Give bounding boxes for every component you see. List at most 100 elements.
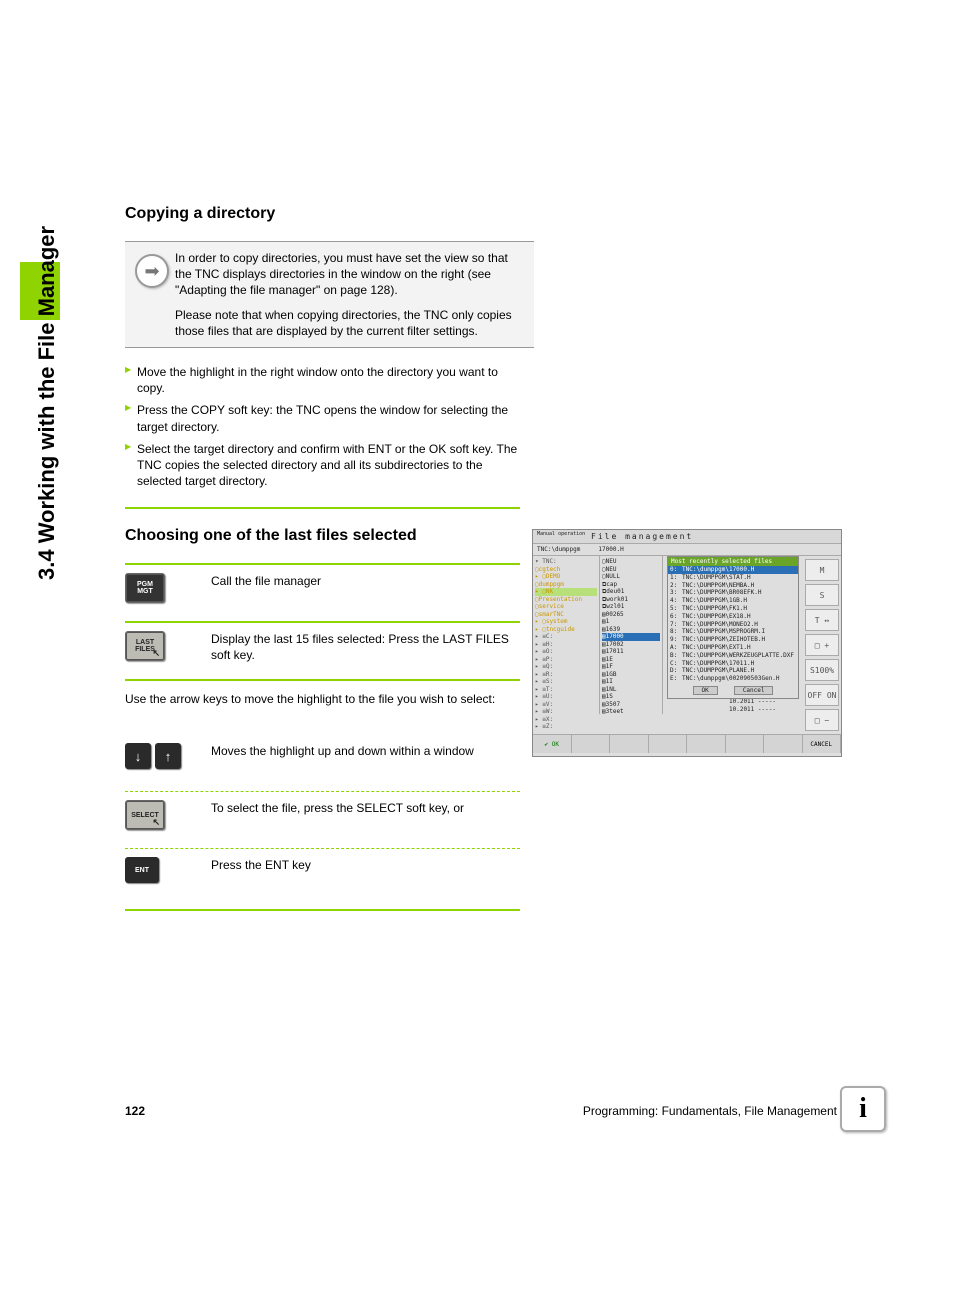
popup-cancel-button[interactable]: Cancel [734, 686, 774, 695]
popup-row[interactable]: 9:TNC:\DUMPPGM\ZEIHOTEB.H [668, 636, 798, 644]
file-item[interactable]: ▤1NL [602, 686, 660, 694]
tree-item[interactable]: ▸ ≡Z: [535, 723, 597, 731]
tree-item[interactable]: ▸ ≡C: [535, 633, 597, 641]
tree-item[interactable]: ▢service [535, 603, 597, 611]
sp-title: File management [591, 532, 693, 541]
popup-row[interactable]: 6:TNC:\DUMPPGM\EX18.H [668, 613, 798, 621]
tree-item[interactable]: ▸ ≡X: [535, 716, 597, 724]
sk-blank[interactable] [649, 735, 688, 753]
cursor-icon: ↖ [152, 818, 160, 827]
step-pgm: PGM MGT Call the file manager [125, 563, 520, 621]
sk-blank[interactable] [726, 735, 765, 753]
info-icon: i [840, 1086, 886, 1132]
tree-item[interactable]: ▸ ▢NK [535, 588, 597, 596]
tree-item[interactable]: ▸ ≡R: [535, 671, 597, 679]
right-button[interactable]: S [805, 584, 839, 606]
tree-item[interactable]: ▢smarTNC [535, 611, 597, 619]
tree-item[interactable]: ▸ ≡U: [535, 693, 597, 701]
file-item[interactable]: ▤00265 [602, 611, 660, 619]
arrow-up-key[interactable]: ↑ [155, 743, 181, 769]
tree-item[interactable]: ▾ TNC: [535, 558, 597, 566]
tree-item[interactable]: ▸ ≡W: [535, 708, 597, 716]
file-item[interactable]: ▤1F [602, 663, 660, 671]
tree-item[interactable]: ▢Presentation [535, 596, 597, 604]
file-item[interactable]: ▤1GB [602, 671, 660, 679]
pgm-mgt-key[interactable]: PGM MGT [125, 573, 165, 603]
sp-header: Manual operation File management [533, 530, 841, 544]
date-cell: 10.2011 ----- [729, 698, 799, 706]
file-item[interactable]: ▢NEU [602, 566, 660, 574]
popup-row[interactable]: 1:TNC:\DUMPPGM\STAT.H [668, 574, 798, 582]
step-text: Press the ENT key [211, 857, 520, 873]
info-text: In order to copy directories, you must h… [175, 250, 524, 339]
tree-item[interactable]: ▸ ≡T: [535, 686, 597, 694]
popup-row[interactable]: 7:TNC:\DUMPPGM\MONEO2.H [668, 621, 798, 629]
tree-item[interactable]: ▸ ≡V: [535, 701, 597, 709]
popup-row[interactable]: E:TNC:\dumppgm\002090503Gen.H [668, 675, 798, 683]
file-item[interactable]: ▤1639 [602, 626, 660, 634]
right-button[interactable]: S100% [805, 659, 839, 681]
right-button[interactable]: M [805, 559, 839, 581]
step-text: Use the arrow keys to move the highlight… [125, 691, 520, 707]
file-item[interactable]: ⧉wzl01 [602, 603, 660, 611]
arrow-down-key[interactable]: ↓ [125, 743, 151, 769]
tree-item[interactable]: ▸ ▢DEMO [535, 573, 597, 581]
tree-item[interactable]: ▸ ▢tncguide [535, 626, 597, 634]
file-item[interactable]: ⧉cap [602, 581, 660, 589]
right-button[interactable]: □ − [805, 709, 839, 731]
popup-row[interactable]: C:TNC:\DUMPPGM\17011.H [668, 660, 798, 668]
last-files-softkey[interactable]: LAST FILES ↖ [125, 631, 165, 661]
popup-row[interactable]: 8:TNC:\DUMPPGM\MSPROGRM.I [668, 628, 798, 636]
file-item[interactable]: ▤1I [602, 678, 660, 686]
file-item[interactable]: ▤17011 [602, 648, 660, 656]
popup-row[interactable]: 3:TNC:\DUMPPGM\BR08EFK.H [668, 589, 798, 597]
tree-item[interactable]: ▸ ≡H: [535, 641, 597, 649]
info-icon-wrap: ➡ [129, 250, 175, 339]
sp-files: ▢NEU▢NEU▢NULL⧉cap⧉deu01⧉work01⧉wzl01▤002… [600, 556, 663, 714]
tree-item[interactable]: ▢dumppgm [535, 581, 597, 589]
tree-item[interactable]: ▸ ≡O: [535, 648, 597, 656]
tree-item[interactable]: ▸ ≡S: [535, 678, 597, 686]
right-button[interactable]: T ↔ [805, 609, 839, 631]
sk-ok[interactable]: ✔ OK [533, 735, 572, 753]
file-item[interactable]: ▤3teet [602, 708, 660, 716]
sp-path: TNC:\dumppgm 17000.H [533, 544, 841, 556]
page-number: 122 [125, 1104, 145, 1118]
right-button[interactable]: □ + [805, 634, 839, 656]
tree-item[interactable]: ▸ ▢system [535, 618, 597, 626]
file-item[interactable]: ▢NEU [602, 558, 660, 566]
file-item[interactable]: ▤1S [602, 693, 660, 701]
popup-row[interactable]: 4:TNC:\DUMPPGM\1GB.H [668, 597, 798, 605]
ent-key[interactable]: ENT [125, 857, 159, 883]
sp-body: ▾ TNC: ▢cgtech ▸ ▢DEMO ▢dumppgm ▸ ▢NK ▢P… [533, 556, 803, 714]
file-item[interactable]: ▤17002 [602, 641, 660, 649]
step-text: Display the last 15 files selected: Pres… [211, 631, 520, 663]
sk-blank[interactable] [610, 735, 649, 753]
popup-row[interactable]: 0:TNC:\dumppgm\17000.H [668, 566, 798, 574]
tree-item[interactable]: ▸ ≡Q: [535, 663, 597, 671]
tree-item[interactable]: ▸ ≡P: [535, 656, 597, 664]
file-item[interactable]: ▤1 [602, 618, 660, 626]
popup-row[interactable]: B:TNC:\DUMPPGM\WERKZEUGPLATTE.DXF [668, 652, 798, 660]
sk-blank[interactable] [764, 735, 803, 753]
file-item[interactable]: ▤17000 [602, 633, 660, 641]
file-item[interactable]: ⧉work01 [602, 596, 660, 604]
popup-row[interactable]: 2:TNC:\DUMPPGM\NEMBA.H [668, 582, 798, 590]
popup-row[interactable]: D:TNC:\DUMPPGM\PLANE.H [668, 667, 798, 675]
sp-popup: Most recently selected files 0:TNC:\dump… [667, 556, 799, 699]
sk-blank[interactable] [687, 735, 726, 753]
key-label: PGM [126, 581, 164, 588]
popup-row[interactable]: A:TNC:\DUMPPGM\EXT1.H [668, 644, 798, 652]
arrow-up-icon: ↑ [165, 749, 172, 764]
file-item[interactable]: ⧉deu01 [602, 588, 660, 596]
file-item[interactable]: ▤1E [602, 656, 660, 664]
file-item[interactable]: ▢NULL [602, 573, 660, 581]
file-item[interactable]: ▤3507 [602, 701, 660, 709]
popup-ok-button[interactable]: OK [693, 686, 718, 695]
sk-blank[interactable] [572, 735, 611, 753]
popup-row[interactable]: 5:TNC:\DUMPPGM\FK1.H [668, 605, 798, 613]
right-button[interactable]: OFF ON [805, 684, 839, 706]
select-softkey[interactable]: SELECT ↖ [125, 800, 165, 830]
sk-cancel[interactable]: CANCEL [803, 735, 842, 753]
tree-item[interactable]: ▢cgtech [535, 566, 597, 574]
